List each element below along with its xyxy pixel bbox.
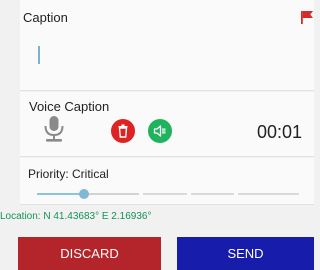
microphone-icon[interactable] bbox=[43, 115, 65, 144]
voice-caption-label: Voice Caption bbox=[29, 99, 110, 114]
priority-slider-thumb[interactable] bbox=[79, 189, 89, 199]
speaker-icon bbox=[153, 125, 166, 137]
recording-timer: 00:01 bbox=[256, 122, 302, 142]
slider-segment bbox=[191, 193, 234, 195]
caption-input[interactable] bbox=[32, 45, 306, 71]
slider-segment bbox=[238, 193, 299, 195]
location-text: Location: N 41.43683° E 2.16936° bbox=[0, 211, 152, 222]
text-cursor bbox=[38, 46, 40, 64]
priority-slider[interactable] bbox=[37, 189, 299, 199]
trash-icon bbox=[118, 124, 128, 138]
caption-panel: Caption bbox=[20, 0, 314, 91]
caption-label: Caption bbox=[23, 10, 68, 25]
play-recording-button[interactable] bbox=[148, 119, 172, 143]
slider-fill bbox=[37, 193, 84, 195]
priority-panel: Priority: Critical bbox=[20, 158, 314, 205]
delete-recording-button[interactable] bbox=[111, 119, 135, 143]
voice-caption-panel: Voice Caption 00:01 bbox=[20, 92, 314, 157]
flag-icon[interactable] bbox=[300, 10, 314, 24]
discard-button[interactable]: DISCARD bbox=[18, 237, 161, 270]
send-button[interactable]: SEND bbox=[177, 237, 314, 270]
priority-label: Priority: Critical bbox=[28, 167, 109, 181]
slider-segment bbox=[143, 193, 187, 195]
slider-segment bbox=[84, 193, 139, 195]
